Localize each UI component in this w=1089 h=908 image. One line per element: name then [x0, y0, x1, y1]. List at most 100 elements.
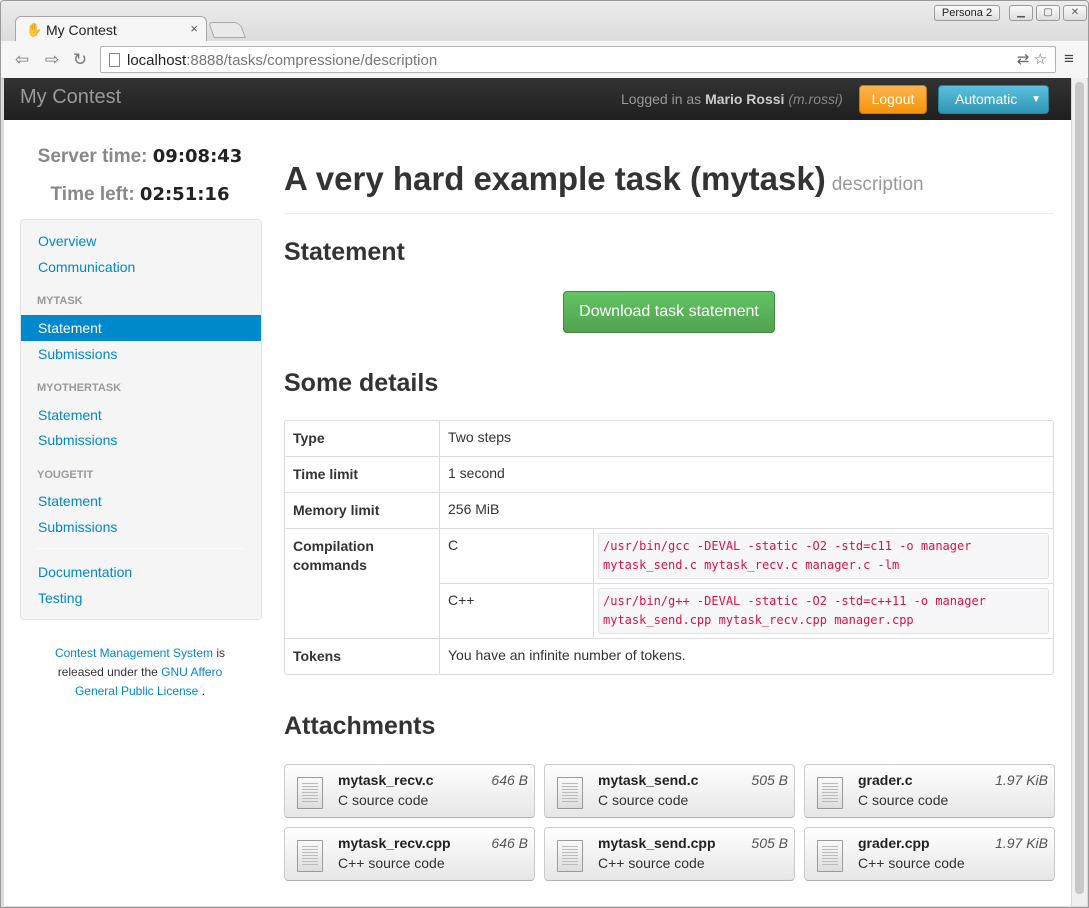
attachment-grader-c[interactable]: grader.c 1.97 KiB C source code [804, 764, 1055, 818]
menu-icon[interactable]: ≡ [1060, 50, 1078, 68]
attachment-name: mytask_send.c [598, 772, 699, 788]
nav-mytask-statement[interactable]: Statement [21, 315, 261, 341]
license-note: Contest Management System is released un… [54, 646, 226, 698]
attachment-name: mytask_send.cpp [598, 835, 716, 851]
attachment-mytask-send-cpp[interactable]: mytask_send.cpp 505 B C++ source code [544, 827, 795, 881]
user-name: Mario Rossi [705, 91, 785, 107]
attachment-size: 646 B [491, 772, 528, 788]
username: (m.rossi) [788, 91, 843, 107]
cms-link[interactable]: Contest Management System [55, 646, 213, 660]
nav-header-yougetit: YOUGETIT [37, 469, 94, 481]
scrollbar-thumb[interactable] [1075, 82, 1084, 894]
attachment-grader-cpp[interactable]: grader.cpp 1.97 KiB C++ source code [804, 827, 1055, 881]
attachment-type: C++ source code [598, 855, 705, 871]
new-tab-button[interactable] [208, 22, 246, 38]
attachment-size: 505 B [751, 772, 788, 788]
nav-testing[interactable]: Testing [21, 585, 261, 611]
page-icon [109, 53, 120, 67]
details-table: Type Two steps Time limit 1 second Memor… [284, 420, 1054, 675]
file-icon [297, 840, 323, 872]
attachment-type: C source code [598, 792, 689, 808]
nav-documentation[interactable]: Documentation [21, 559, 261, 585]
nav-myothertask-statement[interactable]: Statement [21, 402, 261, 428]
title-divider [284, 213, 1054, 214]
browser-tab[interactable]: ✋ My Contest × [15, 16, 207, 42]
reload-icon[interactable]: ↻ [69, 49, 91, 71]
nav-header-mytask: MYTASK [37, 295, 83, 307]
profile-button[interactable]: Persona 2 [934, 5, 1000, 21]
nav-overview[interactable]: Overview [21, 228, 261, 254]
compilation-label: Compilation commands [285, 528, 439, 638]
file-icon [817, 840, 843, 872]
time-limit-label: Time limit [285, 456, 439, 492]
close-tab-icon[interactable]: × [190, 21, 198, 36]
nav-mytask-submissions[interactable]: Submissions [21, 341, 261, 367]
attachment-size: 505 B [751, 835, 788, 851]
details-heading: Some details [284, 369, 439, 397]
file-icon [557, 840, 583, 872]
maximize-button[interactable]: ▢ [1036, 5, 1060, 21]
tokens-value: You have an infinite number of tokens. [439, 638, 1053, 674]
lang-c: C [439, 528, 593, 583]
forward-arrow-icon[interactable]: ⇨ [41, 49, 63, 71]
tab-title: My Contest [46, 22, 117, 38]
attachment-size: 1.97 KiB [995, 835, 1048, 851]
compile-command-c: /usr/bin/gcc -DEVAL -static -O2 -std=c11… [598, 533, 1049, 579]
attachment-type: C++ source code [858, 855, 965, 871]
attachment-mytask-recv-c[interactable]: mytask_recv.c 646 B C source code [284, 764, 535, 818]
nav-communication[interactable]: Communication [21, 254, 261, 280]
title-bar: ✋ My Contest × Persona 2 ▁ ▢ ✕ [1, 1, 1088, 42]
back-arrow-icon[interactable]: ⇦ [11, 49, 33, 71]
sidebar-nav: Overview Communication MYTASK Statement … [20, 219, 262, 620]
time-left: Time left: 02:51:16 [50, 184, 230, 205]
table-row: Tokens You have an infinite number of to… [285, 638, 1053, 674]
download-statement-button[interactable]: Download task statement [563, 291, 775, 333]
nav-header-myothertask: MYOTHERTASK [37, 382, 122, 394]
page-subtitle: description [831, 174, 924, 195]
attachment-type: C source code [858, 792, 949, 808]
table-row: Time limit 1 second [285, 456, 1053, 492]
attachment-mytask-recv-cpp[interactable]: mytask_recv.cpp 646 B C++ source code [284, 827, 535, 881]
attachment-size: 1.97 KiB [995, 772, 1048, 788]
app-navbar: My Contest Logged in as Mario Rossi (m.r… [4, 78, 1071, 120]
page-title: A very hard example task (mytask) descrip… [284, 160, 924, 197]
nav-yougetit-statement[interactable]: Statement [21, 488, 261, 514]
file-icon [297, 777, 323, 809]
caret-down-icon: ▼ [1031, 94, 1041, 105]
compile-command-cpp: /usr/bin/g++ -DEVAL -static -O2 -std=c++… [598, 588, 1049, 634]
attachment-name: mytask_recv.cpp [338, 835, 451, 851]
minimize-button[interactable]: ▁ [1009, 5, 1033, 21]
translate-and-star-icons[interactable]: ⇄ ☆ [1017, 50, 1047, 68]
brand-link[interactable]: My Contest [20, 86, 121, 109]
attachment-type: C++ source code [338, 855, 445, 871]
attachment-name: grader.c [858, 772, 913, 788]
table-row: Type Two steps [285, 421, 1053, 456]
language-dropdown[interactable]: Automatic ▼ [938, 85, 1049, 114]
memory-limit-label: Memory limit [285, 492, 439, 528]
type-label: Type [293, 430, 325, 446]
nav-yougetit-submissions[interactable]: Submissions [21, 514, 261, 540]
file-icon [557, 777, 583, 809]
attachment-type: C source code [338, 792, 429, 808]
tokens-label: Tokens [285, 638, 439, 674]
table-row: Compilation commands C /usr/bin/gcc -DEV… [285, 528, 1053, 583]
vertical-scrollbar[interactable] [1071, 78, 1087, 906]
page-viewport: My Contest Logged in as Mario Rossi (m.r… [4, 78, 1071, 906]
close-window-button[interactable]: ✕ [1063, 5, 1087, 21]
file-icon [817, 777, 843, 809]
memory-limit-value: 256 MiB [439, 492, 1053, 528]
address-bar[interactable]: localhost:8888/tasks/compressione/descri… [100, 46, 1056, 73]
url-text: localhost:8888/tasks/compressione/descri… [127, 52, 438, 69]
attachment-mytask-send-c[interactable]: mytask_send.c 505 B C source code [544, 764, 795, 818]
table-row: Memory limit 256 MiB [285, 492, 1053, 528]
nav-divider [37, 548, 243, 549]
time-limit-value: 1 second [439, 456, 1053, 492]
attachment-name: mytask_recv.c [338, 772, 434, 788]
attachment-size: 646 B [491, 835, 528, 851]
logout-button[interactable]: Logout [859, 85, 927, 114]
browser-toolbar: ⇦ ⇨ ↻ localhost:8888/tasks/compressione/… [1, 41, 1088, 79]
type-value: Two steps [439, 421, 1053, 456]
statement-heading: Statement [284, 238, 405, 266]
login-info: Logged in as Mario Rossi (m.rossi) [621, 91, 843, 107]
nav-myothertask-submissions[interactable]: Submissions [21, 427, 261, 453]
